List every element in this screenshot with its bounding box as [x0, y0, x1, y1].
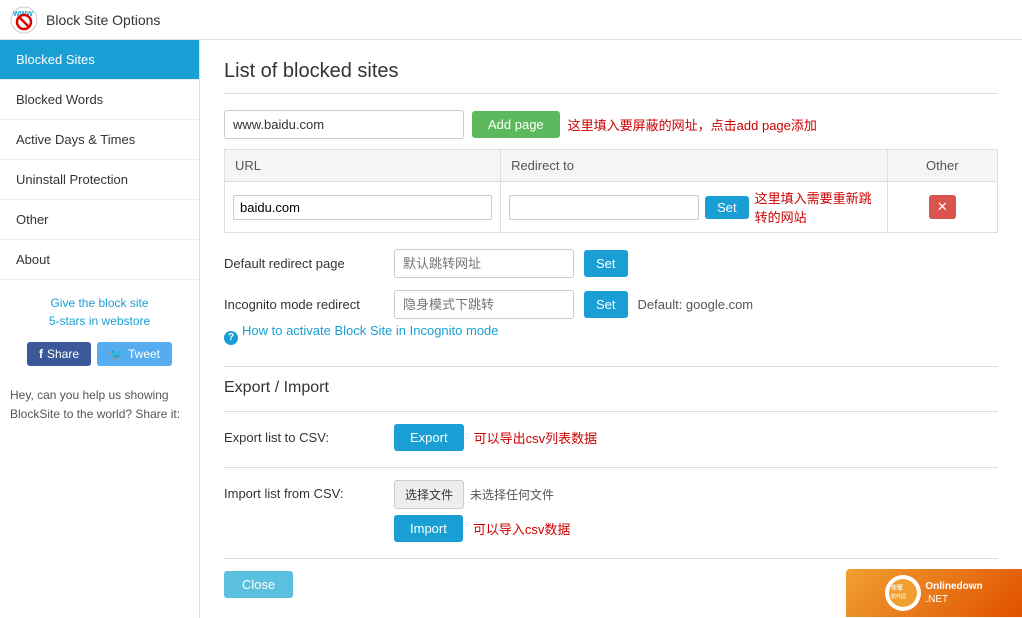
sidebar-item-uninstall-protection[interactable]: Uninstall Protection: [0, 160, 199, 200]
sidebar-item-other[interactable]: Other: [0, 200, 199, 240]
sidebar-social-text: Hey, can you help us showing BlockSite t…: [0, 376, 199, 434]
sidebar-item-blocked-sites[interactable]: Blocked Sites: [0, 40, 199, 80]
twitter-icon: 🐦: [109, 347, 124, 361]
watermark-badge: 华军 软件园 Onlinedown .NET: [846, 569, 1022, 617]
close-divider: [224, 558, 998, 559]
default-redirect-label: Default redirect page: [224, 256, 384, 271]
close-button[interactable]: Close: [224, 571, 293, 598]
default-redirect-row: Default redirect page Set: [224, 249, 998, 278]
title-divider: [224, 93, 998, 94]
sidebar-item-label: Blocked Words: [16, 92, 103, 107]
add-site-row: Add page 这里填入要屏蔽的网址，点击add page添加: [224, 110, 998, 139]
sidebar-item-about[interactable]: About: [0, 240, 199, 280]
import-row: Import list from CSV: 选择文件 未选择任何文件 Impor…: [224, 480, 998, 542]
incognito-input[interactable]: [394, 290, 574, 319]
sidebar-promo: Give the block site 5-stars in webstore: [0, 280, 199, 336]
table-row: Set 这里填入需要重新跳转的网站 ✕: [225, 182, 998, 233]
sidebar-item-label: Other: [16, 212, 49, 227]
share-button[interactable]: f Share: [27, 342, 91, 366]
set-incognito-button[interactable]: Set: [584, 291, 628, 318]
facebook-icon: f: [39, 347, 43, 361]
promo-line1: Give the block site: [50, 296, 148, 310]
app-title: Block Site Options: [46, 12, 160, 28]
sidebar-item-label: Active Days & Times: [16, 132, 135, 147]
set-default-button[interactable]: Set: [584, 250, 628, 277]
promo-line2: 5-stars in webstore: [49, 314, 150, 328]
export-label: Export list to CSV:: [224, 430, 384, 445]
redirect-hint: 这里填入需要重新跳转的网站: [755, 188, 879, 226]
row-set-button[interactable]: Set: [705, 196, 749, 219]
col-header-redirect: Redirect to: [501, 150, 888, 182]
svg-text:软件园: 软件园: [891, 593, 906, 600]
tweet-label: Tweet: [128, 347, 160, 361]
svg-text:华军: 华军: [891, 584, 903, 592]
add-site-input[interactable]: [224, 110, 464, 139]
import-hint: 可以导入csv数据: [473, 519, 571, 538]
row-delete-button[interactable]: ✕: [929, 195, 956, 219]
sidebar-item-label: Blocked Sites: [16, 52, 95, 67]
app-logo: WWW: [10, 6, 38, 34]
tweet-button[interactable]: 🐦 Tweet: [97, 342, 172, 366]
sidebar-item-active-days-times[interactable]: Active Days & Times: [0, 120, 199, 160]
sidebar-item-label: About: [16, 252, 50, 267]
row-url-input[interactable]: [233, 195, 492, 220]
incognito-label: Incognito mode redirect: [224, 297, 384, 312]
import-button[interactable]: Import: [394, 515, 463, 542]
export-divider: [224, 411, 998, 412]
export-hint: 可以导出csv列表数据: [474, 428, 598, 447]
export-button[interactable]: Export: [394, 424, 464, 451]
import-divider: [224, 467, 998, 468]
default-redirect-input[interactable]: [394, 249, 574, 278]
export-row: Export list to CSV: Export 可以导出csv列表数据: [224, 424, 998, 451]
incognito-help-link[interactable]: How to activate Block Site in Incognito …: [242, 323, 499, 338]
import-label: Import list from CSV:: [224, 480, 384, 501]
export-import-title: Export / Import: [224, 379, 998, 397]
add-site-hint: 这里填入要屏蔽的网址，点击add page添加: [568, 115, 817, 134]
page-title: List of blocked sites: [224, 60, 998, 83]
blocked-sites-table: URL Redirect to Other: [224, 149, 998, 233]
share-label: Share: [47, 347, 79, 361]
col-header-other: Other: [887, 150, 997, 182]
sidebar-item-blocked-words[interactable]: Blocked Words: [0, 80, 199, 120]
incognito-redirect-row: Incognito mode redirect Set Default: goo…: [224, 290, 998, 319]
add-page-button[interactable]: Add page: [472, 111, 560, 138]
export-import-divider: [224, 366, 998, 367]
col-header-url: URL: [225, 150, 501, 182]
incognito-default-text: Default: google.com: [638, 297, 754, 312]
info-icon: ?: [224, 331, 238, 345]
choose-file-button[interactable]: 选择文件: [394, 480, 464, 509]
file-name: 未选择任何文件: [470, 486, 554, 503]
row-redirect-input[interactable]: [509, 195, 699, 220]
sidebar-item-label: Uninstall Protection: [16, 172, 128, 187]
